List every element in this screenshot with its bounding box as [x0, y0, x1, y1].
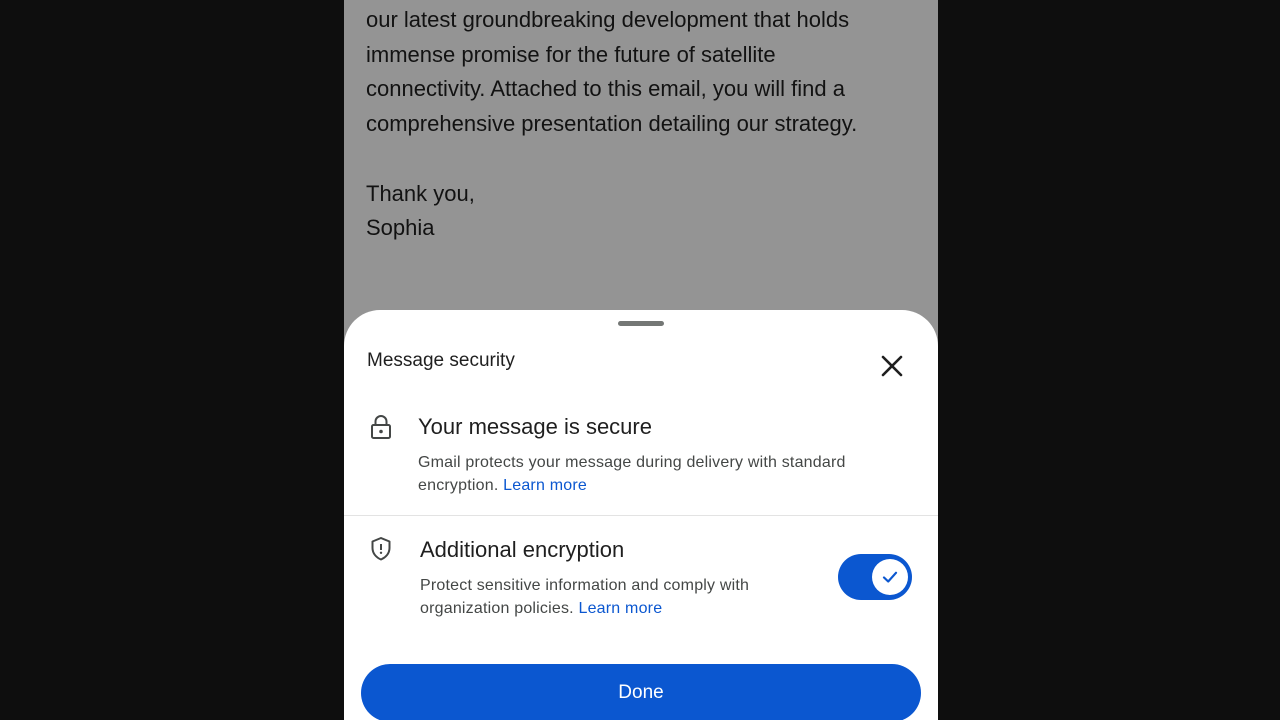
- shield-icon: [368, 536, 394, 562]
- encryption-desc-text: organization policies.: [420, 600, 574, 617]
- close-icon: [881, 355, 903, 377]
- secure-learn-more-link[interactable]: Learn more: [503, 477, 587, 494]
- encryption-learn-more-link[interactable]: Learn more: [578, 600, 662, 617]
- message-security-sheet: Message security Your message is secure …: [344, 310, 938, 720]
- sheet-title: Message security: [367, 350, 515, 371]
- close-button[interactable]: [872, 346, 912, 386]
- encryption-toggle[interactable]: [838, 554, 912, 600]
- secure-description: Gmail protects your message during deliv…: [418, 451, 846, 497]
- phone-screen: our latest groundbreaking development th…: [344, 0, 938, 720]
- secure-title: Your message is secure: [418, 414, 652, 439]
- encryption-desc-line-2: organization policies. Learn more: [420, 597, 749, 620]
- drag-handle[interactable]: [618, 321, 664, 326]
- done-button[interactable]: Done: [361, 664, 921, 720]
- lock-icon: [368, 414, 394, 440]
- check-icon: [882, 571, 898, 583]
- encryption-description: Protect sensitive information and comply…: [420, 574, 749, 620]
- toggle-knob: [872, 559, 908, 595]
- encryption-title: Additional encryption: [420, 537, 625, 562]
- divider: [344, 515, 938, 516]
- secure-desc-line: Gmail protects your message during deliv…: [418, 454, 846, 471]
- secure-desc-text: encryption.: [418, 477, 499, 494]
- secure-desc-line-2: encryption. Learn more: [418, 474, 846, 497]
- encryption-desc-line: Protect sensitive information and comply…: [420, 577, 750, 594]
